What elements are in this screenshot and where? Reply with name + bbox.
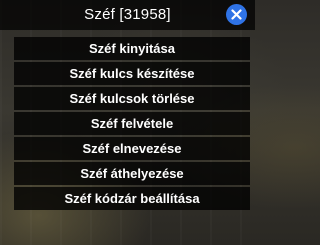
- menu-item-open-safe[interactable]: Széf kinyitása: [14, 37, 250, 60]
- safe-menu-window: Széf [31958] Széf kinyitása Széf kulcs k…: [0, 0, 255, 245]
- close-icon: [231, 9, 242, 20]
- title-bar: Széf [31958]: [0, 0, 255, 30]
- window-title: Széf [31958]: [84, 6, 171, 23]
- menu-list: Széf kinyitása Széf kulcs készítése Széf…: [14, 37, 250, 212]
- menu-item-delete-keys[interactable]: Széf kulcsok törlése: [14, 87, 250, 110]
- menu-item-move-safe[interactable]: Széf áthelyezése: [14, 162, 250, 185]
- menu-item-set-code-lock[interactable]: Széf kódzár beállítása: [14, 187, 250, 210]
- close-button[interactable]: [226, 4, 247, 25]
- menu-item-make-key[interactable]: Széf kulcs készítése: [14, 62, 250, 85]
- menu-item-rename-safe[interactable]: Széf elnevezése: [14, 137, 250, 160]
- menu-item-pick-up-safe[interactable]: Széf felvétele: [14, 112, 250, 135]
